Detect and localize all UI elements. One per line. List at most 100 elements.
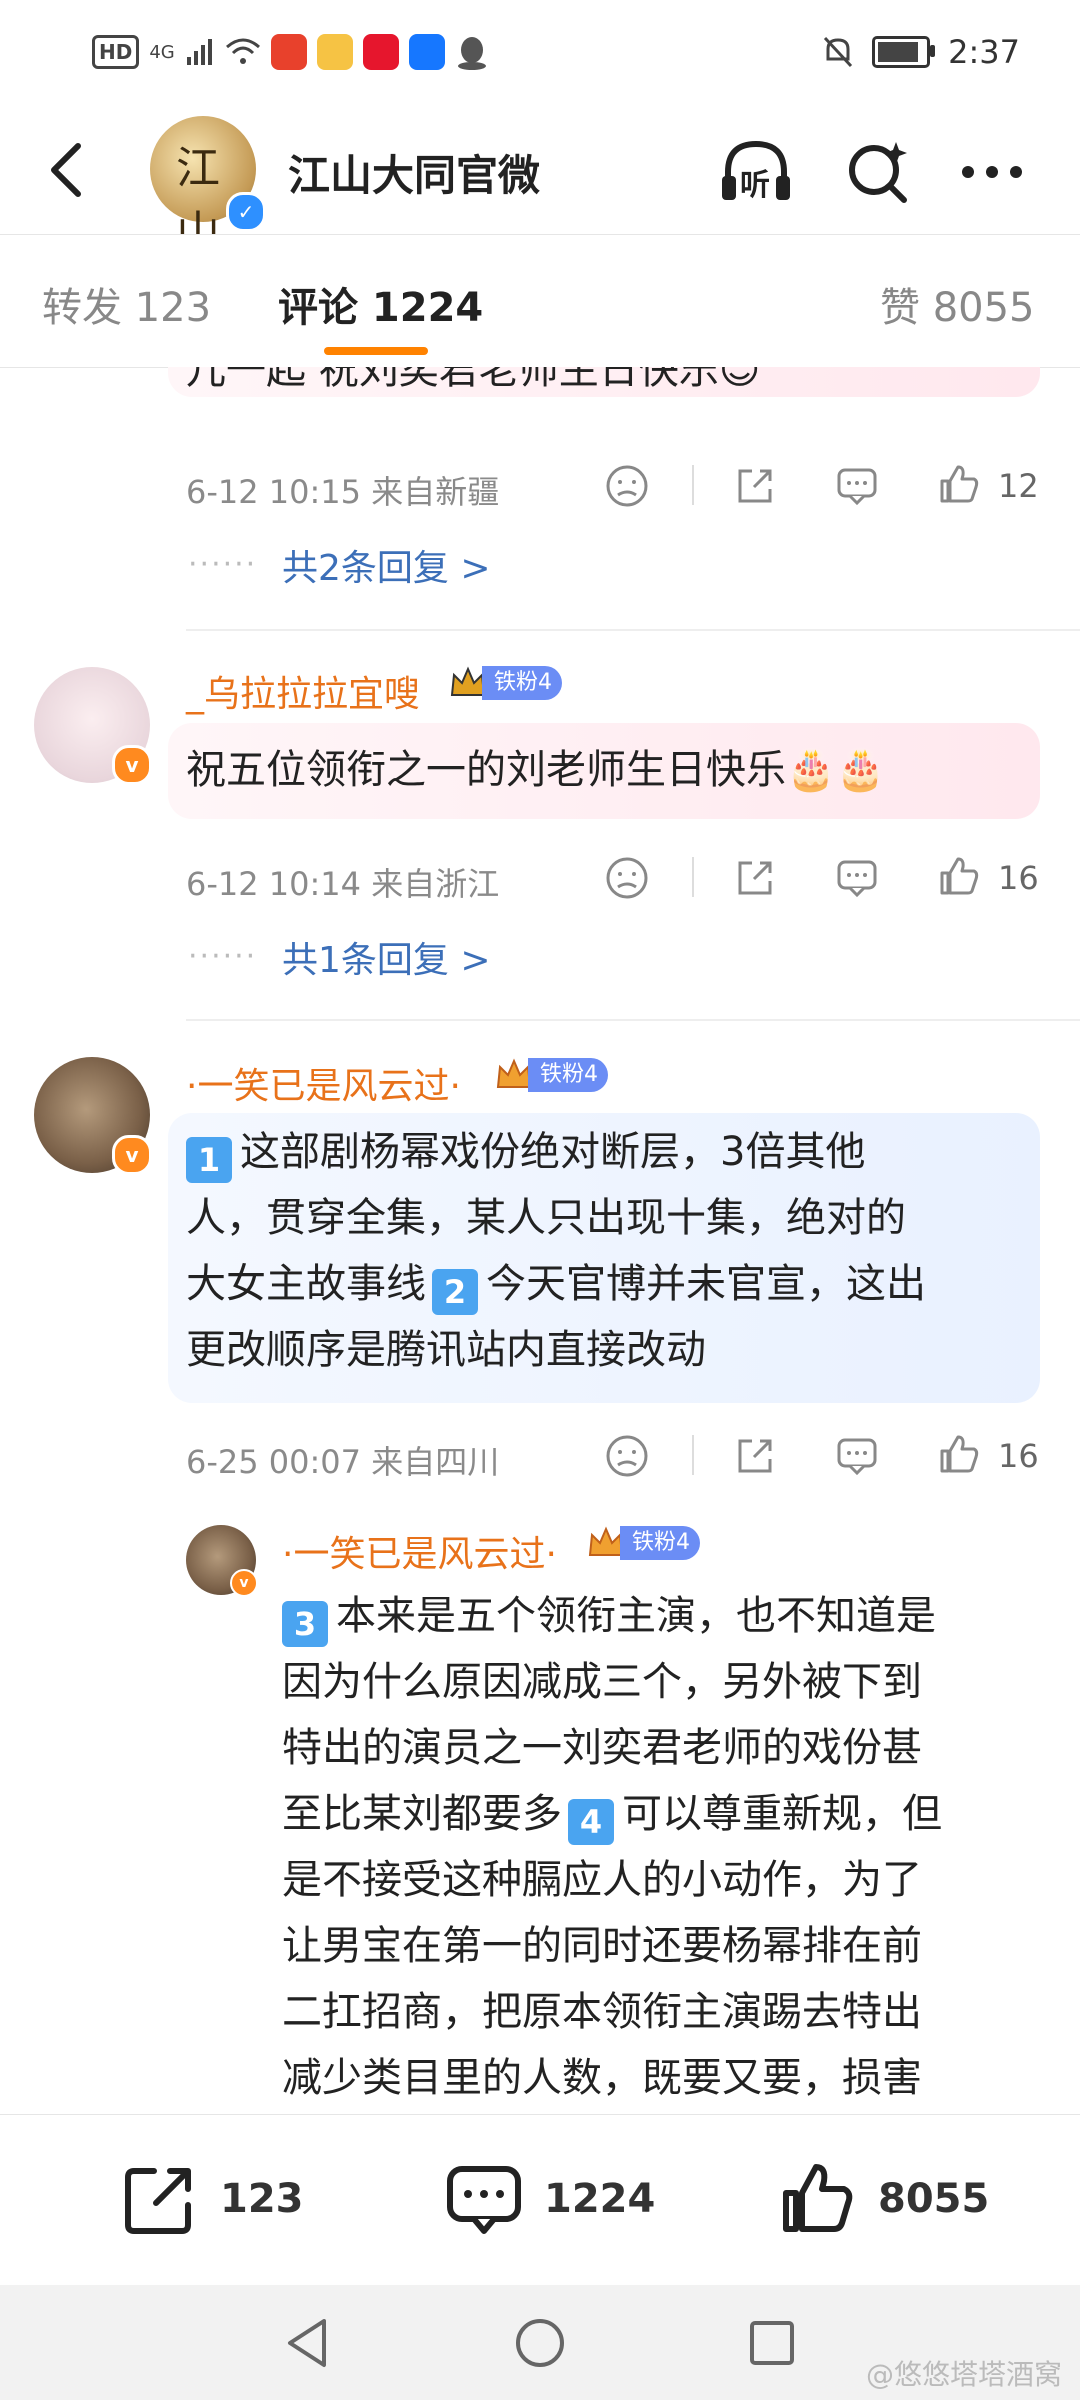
comment-count: 1224 bbox=[544, 2176, 656, 2222]
dislike-icon[interactable] bbox=[604, 1433, 650, 1479]
watermark: @悠悠塔塔酒窝 bbox=[865, 2358, 1062, 2391]
comment-location: 来自四川 bbox=[371, 1443, 500, 1481]
reply-text: 3 本来是五个领衔主演，也不知道是 因为什么原因减成三个，另外被下到 特出的演员之… bbox=[282, 1583, 1042, 2111]
page-title: 江山大同官微 bbox=[288, 151, 541, 200]
user-avatar[interactable]: v bbox=[34, 667, 152, 785]
status-icons-left: HD 4G bbox=[92, 30, 489, 74]
like-count: 16 bbox=[998, 859, 1039, 897]
tab-likes[interactable]: 赞 8055 bbox=[880, 275, 1035, 333]
number-1-icon: 1 bbox=[186, 1137, 232, 1183]
comment-location: 来自新疆 bbox=[371, 473, 500, 511]
verified-icon: v bbox=[112, 745, 152, 785]
tab-comments[interactable]: 评论 1224 bbox=[278, 275, 483, 333]
tab-repost[interactable]: 转发 123 bbox=[42, 275, 211, 333]
reply-icon[interactable] bbox=[834, 1433, 880, 1479]
repost-icon bbox=[125, 2168, 191, 2234]
share-icon[interactable] bbox=[732, 1433, 778, 1479]
like-count: 16 bbox=[998, 1437, 1039, 1475]
more-icon[interactable] bbox=[952, 132, 1032, 212]
signal-icon bbox=[186, 39, 212, 65]
dotted-line: ······ bbox=[188, 547, 258, 582]
like-icon[interactable] bbox=[936, 461, 982, 507]
page-header: 江山 ✓ 江山大同官微 听 bbox=[0, 104, 1080, 258]
comment-text: 1 这部剧杨幂戏份绝对断层，3倍其他 人，贯穿全集，某人只出现十集，绝对的 大女主… bbox=[186, 1119, 1026, 1383]
repost-count: 123 bbox=[220, 2176, 304, 2222]
view-replies-link[interactable]: 共1条回复 > bbox=[282, 931, 491, 983]
listen-label: 听 bbox=[740, 168, 770, 203]
fan-level: 铁粉4 bbox=[482, 666, 562, 700]
tab-active-indicator bbox=[324, 347, 428, 355]
listen-button[interactable]: 听 bbox=[716, 132, 796, 212]
like-button[interactable]: 8055 bbox=[778, 2159, 989, 2239]
comment-text: 祝五位领衔之一的刘老师生日快乐🎂🎂 bbox=[186, 747, 886, 793]
back-arrow-icon[interactable] bbox=[40, 138, 100, 202]
reply-line: 3 本来是五个领衔主演，也不知道是 bbox=[282, 1583, 1042, 1649]
comment-divider bbox=[186, 1019, 1080, 1021]
weibo-red-icon bbox=[362, 34, 399, 70]
nav-recents-icon[interactable] bbox=[744, 2315, 800, 2371]
fan-badge: 铁粉4 bbox=[494, 1057, 608, 1093]
reply-line: 是不接受这种膈应人的小动作，为了 bbox=[282, 1857, 922, 1903]
reply-icon[interactable] bbox=[834, 855, 880, 901]
action-separator bbox=[692, 1435, 694, 1475]
reply-line: 让男宝在第一的同时还要杨幂排在前 bbox=[282, 1923, 922, 1969]
reply-line: 特出的演员之一刘奕君老师的戏份甚 bbox=[282, 1725, 922, 1771]
comment-line: 大女主故事线 2 今天官博并未官宣，这出 bbox=[186, 1251, 1026, 1317]
thumbs-up-icon bbox=[783, 2164, 853, 2232]
reply-line: 至比某刘都要多 4 可以尊重新规，但 bbox=[282, 1781, 1042, 1847]
repost-button[interactable]: 123 bbox=[120, 2159, 304, 2239]
number-2-icon: 2 bbox=[432, 1269, 478, 1315]
comment-icon bbox=[447, 2166, 521, 2234]
comment-time: 6-25 00:07 bbox=[186, 1443, 362, 1481]
comment-text: 儿一起 祝刘奕君老师生日快乐😊 bbox=[186, 367, 760, 403]
user-avatar[interactable]: v bbox=[34, 1057, 152, 1175]
reply-icon[interactable] bbox=[834, 463, 880, 509]
bottom-action-bar: 123 1224 8055 bbox=[0, 2114, 1080, 2285]
comment-meta: 6-12 10:15 来自新疆 bbox=[186, 467, 499, 513]
verified-icon: v bbox=[112, 1135, 152, 1175]
username[interactable]: ·一笑已是风云过· bbox=[186, 1057, 461, 1109]
fan-level: 铁粉4 bbox=[620, 1526, 700, 1560]
share-icon[interactable] bbox=[732, 855, 778, 901]
comment-meta: 6-25 00:07 来自四川 bbox=[186, 1437, 499, 1483]
reply-username[interactable]: ·一笑已是风云过· bbox=[282, 1525, 557, 1577]
nav-back-icon[interactable] bbox=[280, 2315, 336, 2371]
fan-badge: 铁粉4 bbox=[586, 1525, 700, 1561]
comment-time: 6-12 10:15 bbox=[186, 473, 362, 511]
like-icon[interactable] bbox=[936, 853, 982, 899]
qq-icon bbox=[457, 37, 486, 70]
comment-line: 更改顺序是腾讯站内直接改动 bbox=[186, 1327, 706, 1373]
reply-avatar[interactable]: v bbox=[186, 1525, 258, 1597]
reply-line: 二扛招商，把原本领衔主演踢去特出 bbox=[282, 1989, 922, 2035]
view-replies-link[interactable]: 共2条回复 > bbox=[282, 539, 491, 591]
username[interactable]: _乌拉拉拉宜嗖 bbox=[186, 665, 420, 717]
weibo-app-icon bbox=[316, 34, 353, 70]
verified-icon: ✓ bbox=[226, 192, 266, 232]
action-separator bbox=[692, 857, 694, 897]
hd-indicator: HD bbox=[92, 35, 140, 69]
comment-meta: 6-12 10:14 来自浙江 bbox=[186, 859, 499, 905]
tab-bar: 转发 123 评论 1224 赞 8055 bbox=[0, 234, 1080, 368]
reply-line: 因为什么原因减成三个，另外被下到 bbox=[282, 1659, 922, 1705]
comment-list[interactable]: 儿一起 祝刘奕君老师生日快乐😊 6-12 10:15 来自新疆 1 2 ·····… bbox=[0, 367, 1080, 2114]
number-3-icon: 3 bbox=[282, 1601, 328, 1647]
share-icon[interactable] bbox=[732, 463, 778, 509]
reply-line: 减少类目里的人数，既要又要，损害 bbox=[282, 2055, 922, 2101]
like-icon[interactable] bbox=[936, 1431, 982, 1477]
fan-badge: 铁粉4 bbox=[448, 665, 562, 701]
dislike-icon[interactable] bbox=[604, 855, 650, 901]
like-total: 8055 bbox=[878, 2176, 990, 2222]
nav-home-icon[interactable] bbox=[512, 2315, 568, 2371]
smile-emoji-icon: 😊 bbox=[718, 367, 761, 393]
comment-line: 1 这部剧杨幂戏份绝对断层，3倍其他 bbox=[186, 1119, 1026, 1185]
dislike-icon[interactable] bbox=[604, 463, 650, 509]
wifi-icon bbox=[225, 38, 260, 64]
status-bar: HD 4G 2:37 bbox=[0, 0, 1080, 104]
account-avatar[interactable]: 江山 ✓ bbox=[150, 116, 266, 258]
verified-icon: v bbox=[230, 1569, 258, 1597]
alipay-icon bbox=[408, 34, 445, 70]
dotted-line: ······ bbox=[188, 939, 258, 974]
search-icon[interactable] bbox=[838, 132, 918, 212]
mute-bell-icon bbox=[824, 36, 853, 68]
comment-button[interactable]: 1224 bbox=[444, 2159, 655, 2239]
